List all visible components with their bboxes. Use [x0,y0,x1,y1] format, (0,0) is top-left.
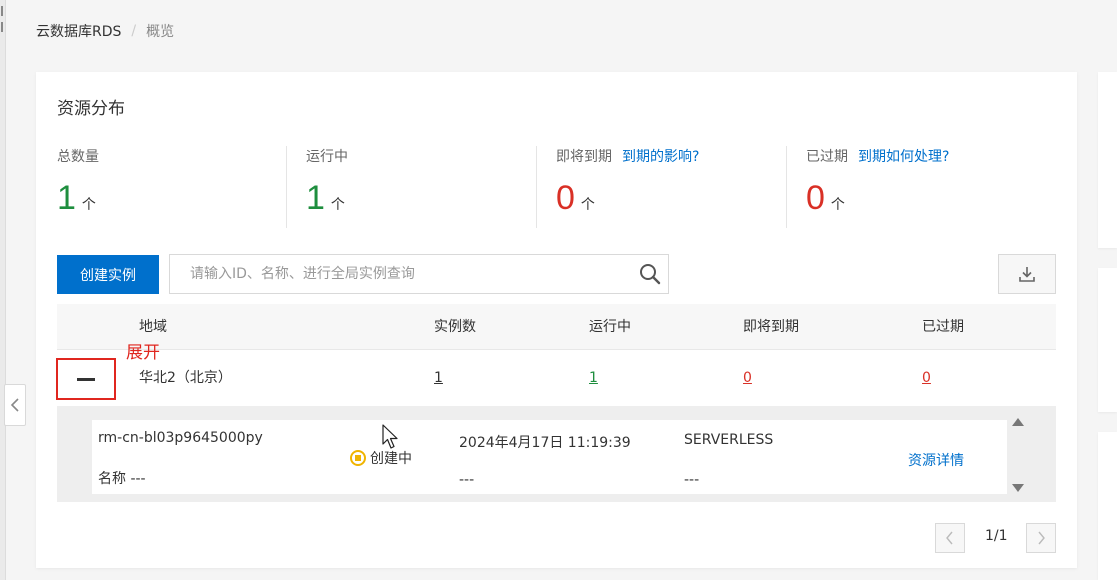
card-title: 资源分布 [57,99,125,119]
scroll-up-icon[interactable] [1012,418,1024,426]
chevron-left-icon [946,531,953,545]
edge-tick [1,6,3,16]
side-card [1098,432,1117,580]
resource-distribution-card: 资源分布 总数量 1 个 运行中 1 个 即将到期 到期的影响? 0 个 已过期… [36,72,1077,568]
stat-divider [286,146,287,228]
page-indicator: 1/1 [985,528,1008,544]
stat-unit: 个 [81,197,96,213]
instance-name: 名称 --- [98,471,146,487]
collapse-row-button[interactable] [56,358,116,400]
instance-created-sub: --- [459,472,475,488]
cell-instances-link[interactable]: 1 [434,370,443,386]
column-header-expired: 已过期 [922,319,964,335]
stat-unit: 个 [330,197,345,213]
breadcrumb: 云数据库RDS / 概览 [36,20,174,42]
prev-page-button[interactable] [935,523,965,553]
stat-total: 总数量 1 个 [57,146,99,228]
side-card [1098,268,1117,412]
global-search [169,254,669,294]
instance-created-time: 2024年4月17日 11:19:39 [459,435,631,451]
stat-value: 1 [306,179,325,217]
column-header-instances: 实例数 [434,319,476,335]
instance-type-sub: --- [684,472,700,488]
cell-expiring-link[interactable]: 0 [743,370,752,386]
stat-label: 即将到期 [556,149,612,165]
breadcrumb-current: 概览 [146,24,175,40]
creating-status-icon [350,450,366,466]
scroll-down-icon[interactable] [1012,484,1024,492]
stat-label: 已过期 [806,149,848,165]
side-card [1098,72,1117,248]
stat-value: 1 [57,179,76,217]
download-icon [1019,267,1035,282]
edge-tick [1,22,3,32]
resource-detail-link[interactable]: 资源详情 [908,450,964,470]
stat-unit: 个 [580,197,595,213]
minus-icon [77,377,95,381]
instance-type: SERVERLESS [684,432,774,448]
stat-divider [536,146,537,228]
search-input[interactable] [170,255,632,293]
search-icon[interactable] [632,255,668,293]
cell-running-link[interactable]: 1 [589,370,598,386]
stat-running: 运行中 1 个 [306,146,348,228]
instance-item: rm-cn-bl03p9645000py 名称 --- 创建中 2024年4月1… [92,420,1007,494]
cell-expired-link[interactable]: 0 [922,370,931,386]
left-window-edge [0,0,6,580]
stat-label: 总数量 [57,149,99,165]
chevron-right-icon [1038,531,1045,545]
expiry-impact-link[interactable]: 到期的影响? [622,146,699,166]
table-header: 地域 实例数 运行中 即将到期 已过期 [57,304,1056,350]
table-row: 华北2（北京） 1 1 0 0 [57,350,1056,406]
expired-handling-link[interactable]: 到期如何处理? [858,146,949,166]
stat-expired: 已过期 到期如何处理? 0 个 [806,146,949,228]
column-header-expiring: 即将到期 [743,319,799,335]
expanded-instance-panel: rm-cn-bl03p9645000py 名称 --- 创建中 2024年4月1… [57,406,1056,502]
stat-expiring: 即将到期 到期的影响? 0 个 [556,146,699,228]
mouse-cursor-icon [382,424,398,449]
column-header-running: 运行中 [589,319,631,335]
stat-divider [786,146,787,228]
chevron-left-icon [10,398,19,412]
panel-scrollbar[interactable] [1008,406,1028,502]
expand-annotation: 展开 [126,343,160,363]
download-button[interactable] [998,254,1056,294]
sidebar-toggle-button[interactable] [4,384,26,426]
instance-status-label: 创建中 [370,451,412,467]
breadcrumb-separator: / [131,23,137,39]
stat-label: 运行中 [306,149,348,165]
stat-value: 0 [556,179,575,217]
next-page-button[interactable] [1026,523,1056,553]
create-instance-button[interactable]: 创建实例 [57,255,159,294]
instance-id: rm-cn-bl03p9645000py [98,430,263,446]
stat-unit: 个 [830,197,845,213]
breadcrumb-root-link[interactable]: 云数据库RDS [36,21,121,41]
stat-value: 0 [806,179,825,217]
instance-status: 创建中 [350,448,412,468]
